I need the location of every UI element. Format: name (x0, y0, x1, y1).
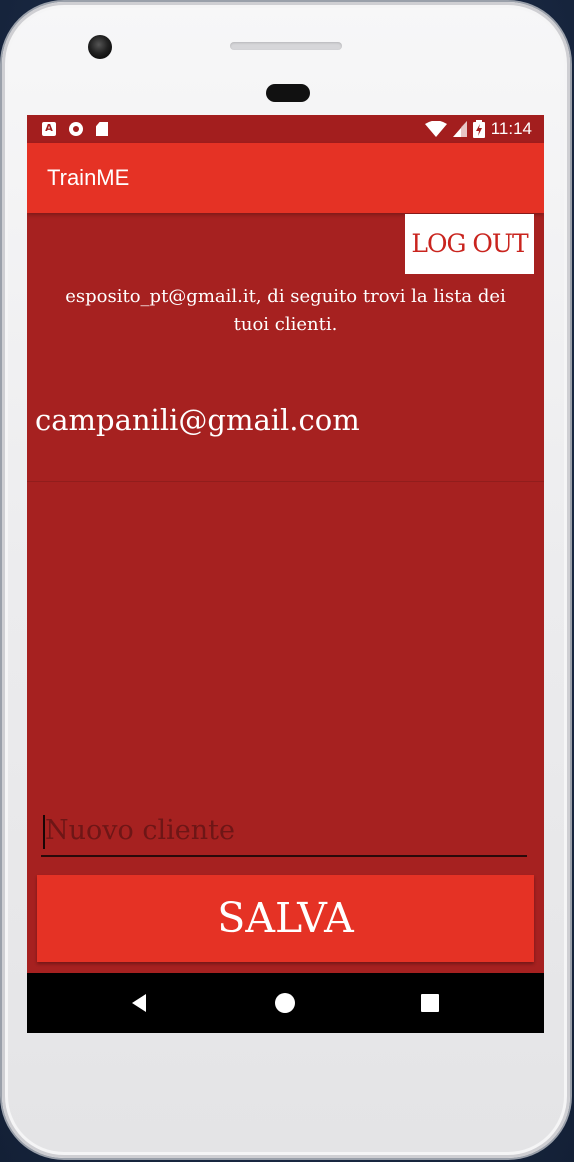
list-item[interactable]: campanili@gmail.com (27, 373, 544, 482)
a-notification-icon: A (42, 122, 56, 136)
clock-time: 11:14 (490, 119, 532, 138)
sd-card-icon (96, 122, 108, 136)
status-bar: A 11:14 (27, 115, 544, 143)
text-cursor (43, 815, 45, 849)
speaker-slot (230, 42, 342, 50)
app-screen: A 11:14 TrainME LOG OUT esposito_pt@gmai… (27, 115, 544, 1033)
new-client-field[interactable] (41, 805, 527, 857)
client-list: campanili@gmail.com (27, 373, 544, 482)
navigation-bar (27, 973, 544, 1033)
recents-icon[interactable] (419, 992, 441, 1014)
intro-message: esposito_pt@gmail.it, di seguito trovi l… (65, 286, 506, 335)
logout-button[interactable]: LOG OUT (405, 214, 534, 274)
home-icon[interactable] (274, 992, 296, 1014)
record-icon (69, 122, 83, 136)
front-camera (88, 35, 112, 59)
save-button[interactable]: SALVA (37, 875, 534, 962)
new-client-input[interactable] (41, 805, 527, 855)
battery-charging-icon (472, 120, 485, 138)
app-title: TrainME (47, 165, 130, 190)
app-toolbar: TrainME (27, 143, 544, 213)
earpiece-sensor (266, 84, 310, 102)
wifi-icon (424, 121, 447, 137)
back-icon[interactable] (129, 992, 151, 1014)
cell-signal-icon (452, 121, 467, 137)
client-email: campanili@gmail.com (35, 403, 360, 437)
